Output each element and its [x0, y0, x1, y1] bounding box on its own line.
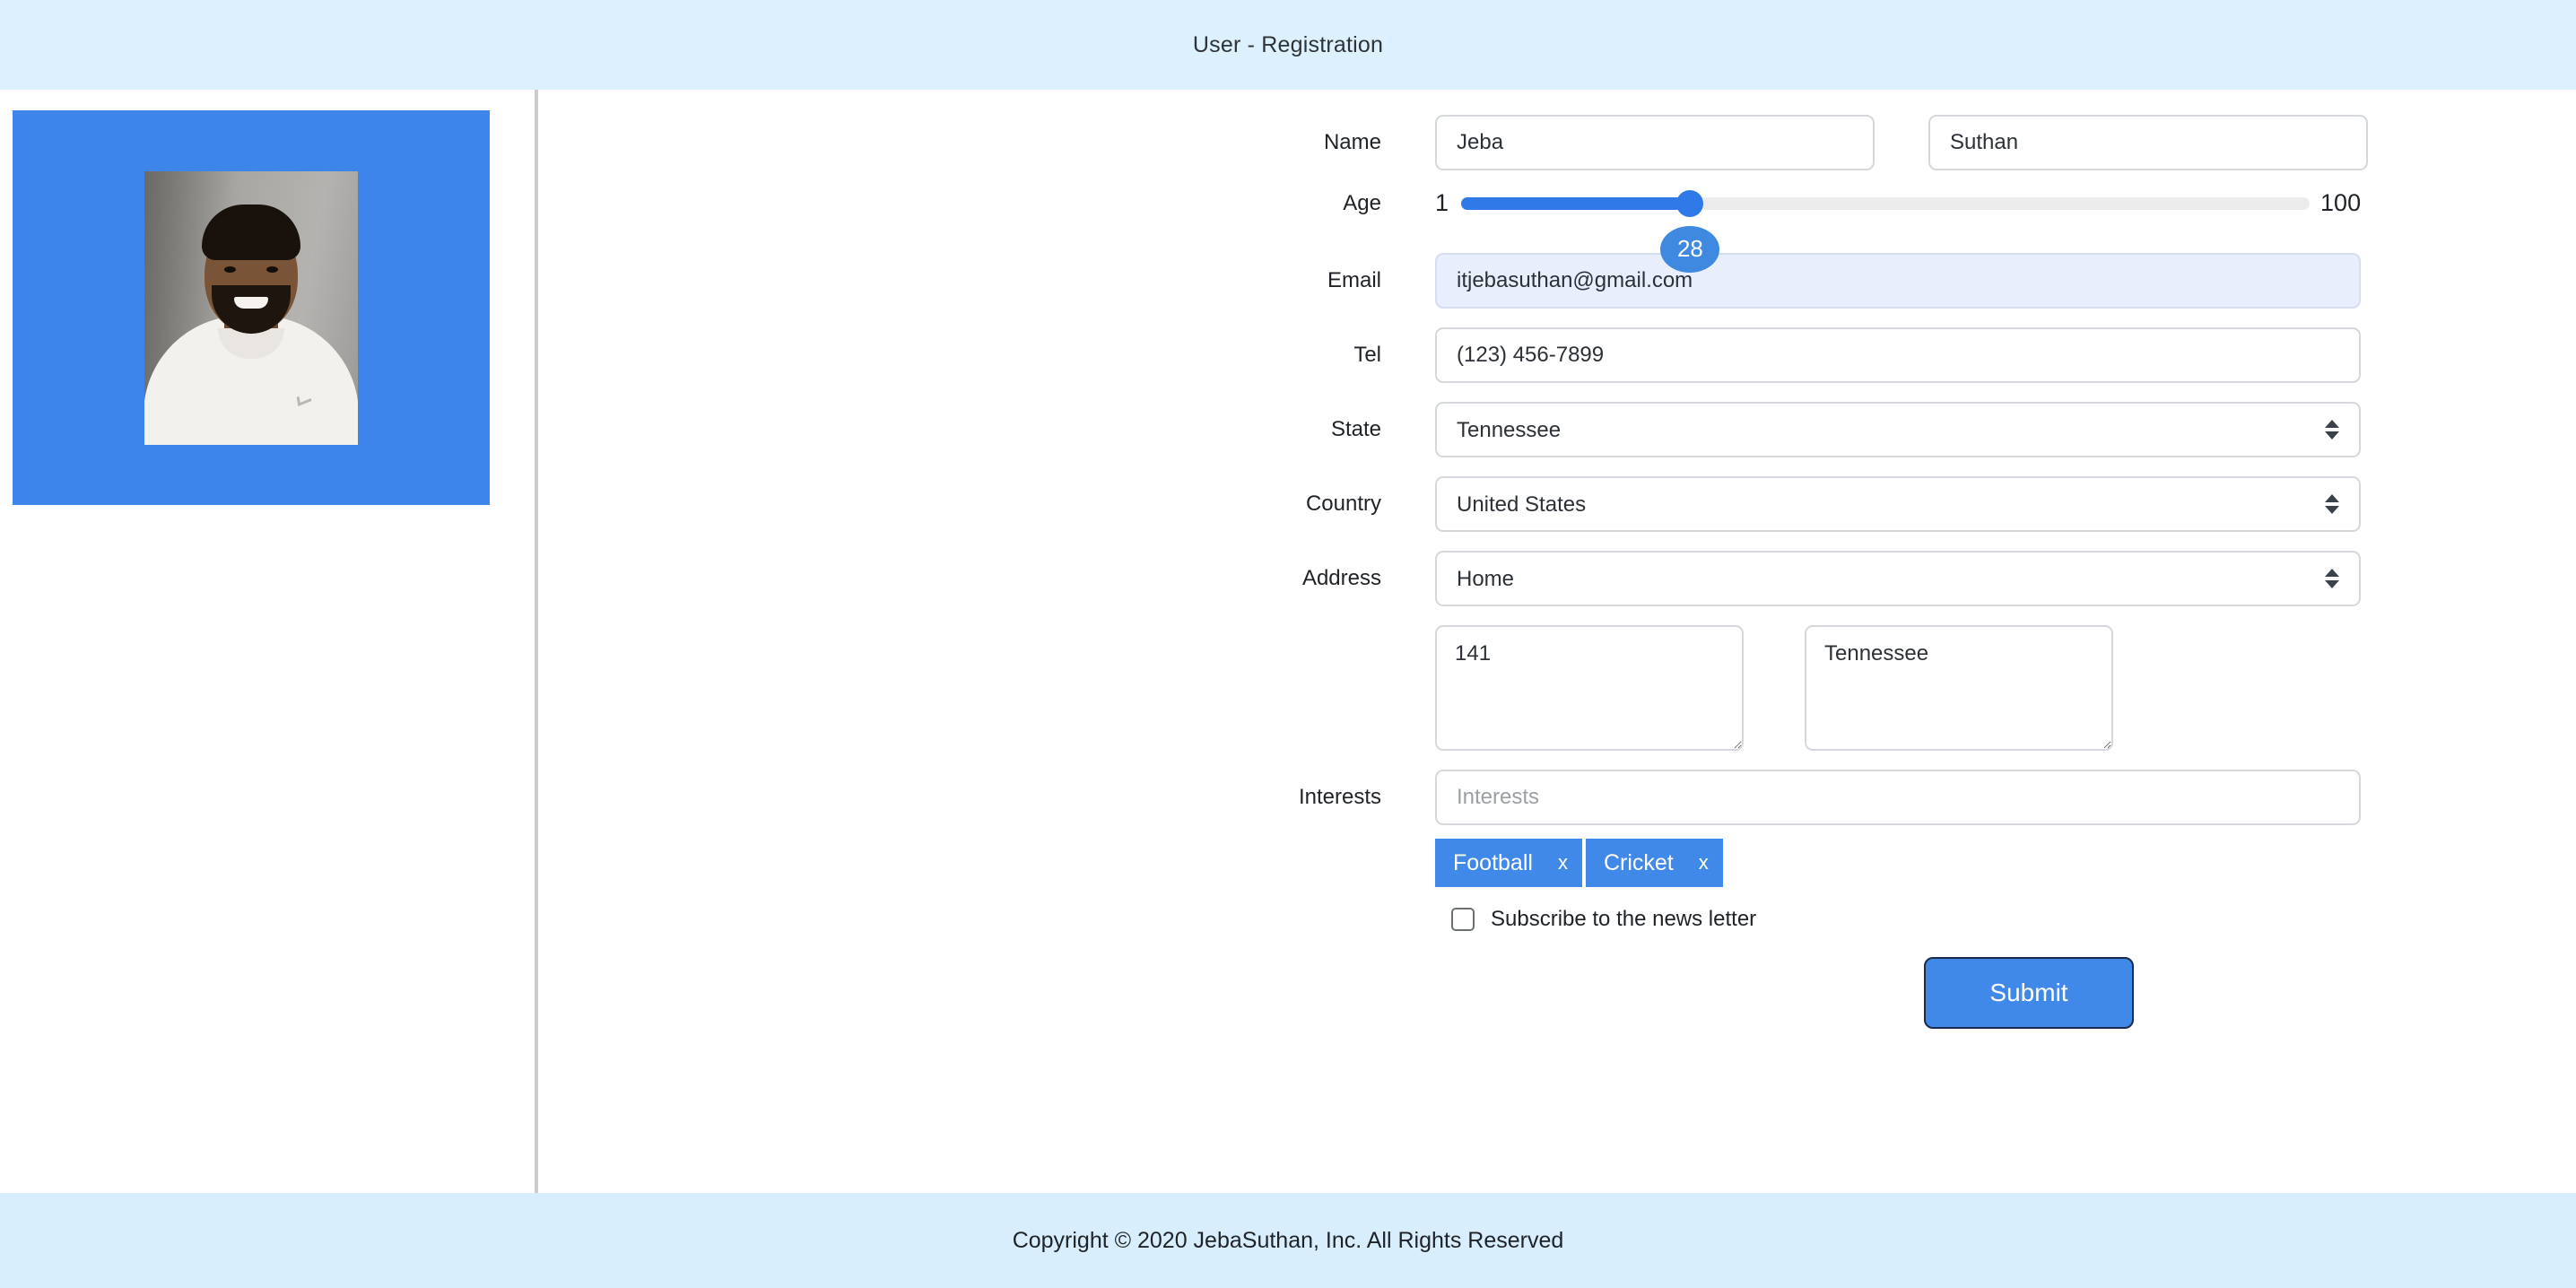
- page-footer: Copyright © 2020 JebaSuthan, Inc. All Ri…: [0, 1193, 2576, 1288]
- profile-photo-panel: [13, 110, 490, 505]
- interest-tag: Football x: [1435, 839, 1582, 887]
- first-name-input[interactable]: [1435, 115, 1875, 170]
- row-age: Age 1 28 100: [538, 189, 2576, 217]
- state-select[interactable]: Tennessee: [1435, 402, 2361, 457]
- label-address: Address: [538, 566, 1435, 591]
- label-name: Name: [538, 130, 1435, 155]
- age-value-badge: 28: [1660, 226, 1719, 273]
- registration-form: Name Age 1: [538, 115, 2576, 1029]
- profile-pane: [0, 90, 538, 1193]
- page-header: User - Registration: [0, 0, 2576, 90]
- label-tel: Tel: [538, 343, 1435, 368]
- photo-eye-right: [266, 266, 278, 273]
- interests-input[interactable]: [1435, 770, 2361, 825]
- remove-tag-icon[interactable]: x: [1558, 851, 1568, 875]
- row-address: Address Home: [538, 551, 2576, 606]
- label-email: Email: [538, 268, 1435, 293]
- remove-tag-icon[interactable]: x: [1699, 851, 1709, 875]
- interest-tag-list: Football x Cricket x: [1435, 839, 1723, 887]
- state-fields: Tennessee: [1435, 402, 2361, 457]
- row-name: Name: [538, 115, 2576, 170]
- age-slider-fill: [1461, 197, 1690, 210]
- photo-eye-left: [224, 266, 236, 273]
- subscribe-fields: Subscribe to the news letter: [1451, 907, 1756, 932]
- row-submit: Submit: [538, 957, 2576, 1029]
- copyright-text: Copyright © 2020 JebaSuthan, Inc. All Ri…: [1013, 1228, 1564, 1254]
- subscribe-label: Subscribe to the news letter: [1491, 907, 1756, 932]
- address-fields: Home: [1435, 551, 2361, 606]
- row-subscribe: Subscribe to the news letter: [538, 907, 2576, 932]
- state-select-wrap: Tennessee: [1435, 402, 2361, 457]
- last-name-input[interactable]: [1928, 115, 2368, 170]
- row-email: Email: [538, 253, 2576, 309]
- age-min-label: 1: [1435, 189, 1449, 217]
- email-fields: [1435, 253, 2361, 309]
- address-line1-textarea[interactable]: [1435, 625, 1744, 751]
- tel-fields: [1435, 327, 2361, 383]
- form-pane: Name Age 1: [538, 90, 2576, 1193]
- country-select[interactable]: United States: [1435, 476, 2361, 532]
- interests-fields: [1435, 770, 2361, 825]
- subscribe-checkbox[interactable]: [1451, 908, 1475, 931]
- label-state: State: [538, 417, 1435, 442]
- label-interests: Interests: [538, 785, 1435, 810]
- row-interest-tags: Football x Cricket x: [538, 839, 2576, 887]
- address-line2-textarea[interactable]: [1805, 625, 2113, 751]
- name-fields: [1435, 115, 2368, 170]
- profile-photo: [144, 171, 358, 445]
- interest-tag-label: Cricket: [1604, 850, 1674, 876]
- row-address-lines: [538, 625, 2576, 751]
- age-slider-thumb[interactable]: [1676, 190, 1703, 217]
- country-select-wrap: United States: [1435, 476, 2361, 532]
- submit-button[interactable]: Submit: [1924, 957, 2134, 1029]
- submit-fields: Submit: [1924, 957, 2134, 1029]
- row-country: Country United States: [538, 476, 2576, 532]
- email-input[interactable]: [1435, 253, 2361, 309]
- age-slider-track[interactable]: 28: [1461, 197, 2310, 210]
- registration-page: User - Registration: [0, 0, 2576, 1288]
- interest-tag-label: Football: [1453, 850, 1533, 876]
- interest-tags-fields: Football x Cricket x: [1435, 839, 1723, 887]
- photo-smile: [234, 297, 268, 309]
- age-max-label: 100: [2320, 189, 2361, 217]
- address-line-fields: [1435, 625, 2113, 751]
- address-type-select[interactable]: Home: [1435, 551, 2361, 606]
- row-state: State Tennessee: [538, 402, 2576, 457]
- page-title: User - Registration: [1193, 32, 1383, 58]
- country-fields: United States: [1435, 476, 2361, 532]
- age-slider[interactable]: 1 28 100: [1435, 189, 2361, 217]
- age-fields: 1 28 100: [1435, 189, 2361, 217]
- label-country: Country: [538, 492, 1435, 517]
- page-body: Name Age 1: [0, 90, 2576, 1193]
- interest-tag: Cricket x: [1586, 839, 1723, 887]
- subscribe-checkbox-wrap[interactable]: Subscribe to the news letter: [1451, 907, 1756, 932]
- label-age: Age: [538, 191, 1435, 216]
- tel-input[interactable]: [1435, 327, 2361, 383]
- row-tel: Tel: [538, 327, 2576, 383]
- row-interests: Interests: [538, 770, 2576, 825]
- address-type-select-wrap: Home: [1435, 551, 2361, 606]
